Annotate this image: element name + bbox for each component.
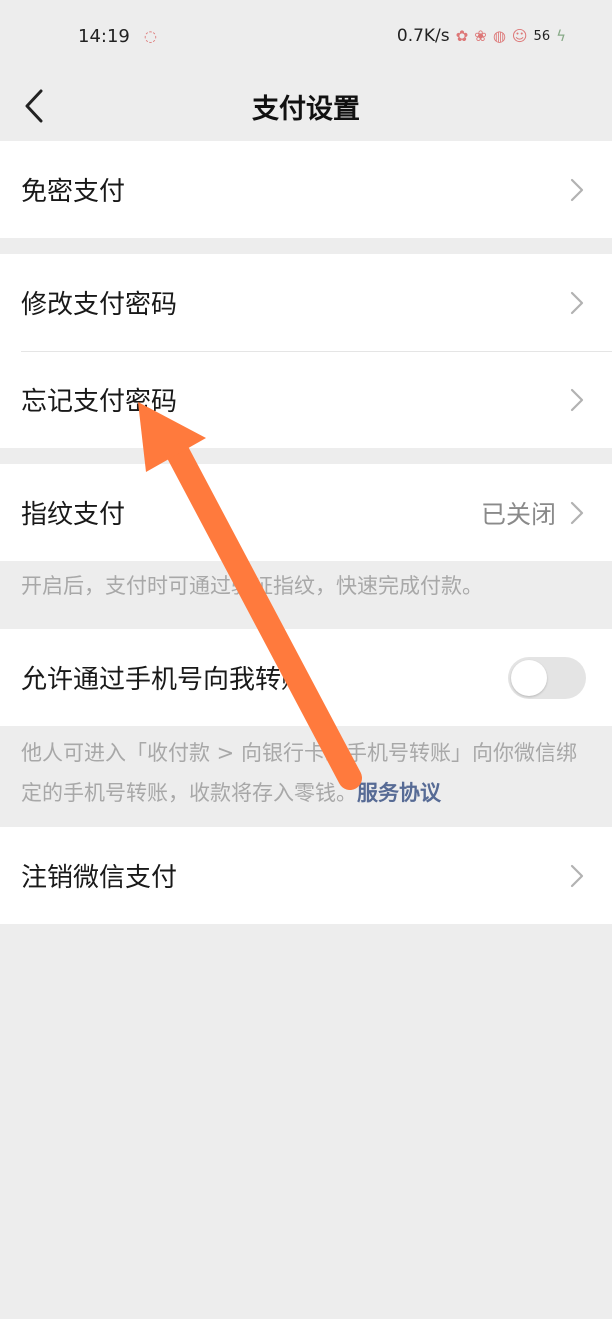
signal-icon: ❀ [474,27,487,45]
change-pay-password-item[interactable]: 修改支付密码 [0,254,612,351]
group-phone-transfer: 允许通过手机号向我转账 [0,629,612,726]
cancel-wechat-pay-item[interactable]: 注销微信支付 [0,827,612,924]
status-bar: 14:19 ◌ 0.7K/s ✿ ❀ ◍ ☺ 56 ϟ [0,0,612,72]
group-password: 修改支付密码 忘记支付密码 [0,254,612,448]
passwordless-pay-item[interactable]: 免密支付 [0,141,612,238]
phone-transfer-toggle[interactable] [508,656,586,699]
notification-icon: ◌ [143,27,157,45]
sticker-icon: ✿ [455,27,469,45]
group-fingerprint: 指纹支付 已关闭 [0,464,612,561]
fingerprint-note: 开启后，支付时可通过验证指纹，快速完成付款。 [21,574,483,598]
charging-icon: ϟ [556,27,566,45]
status-left: 14:19 ◌ [78,26,157,47]
page-title: 支付设置 [252,93,360,125]
wifi-icon: ◍ [492,27,506,45]
fingerprint-pay-label: 指纹支付 [21,500,126,530]
chevron-right-icon [570,501,584,524]
battery-icon: ☺ [511,27,528,45]
phone-transfer-note: 他人可进入「收付款 > 向银行卡或手机号转账」向你微信绑定的手机号转账，收款将存… [21,733,591,813]
battery-level: 56 [533,28,551,44]
group-passwordless: 免密支付 [0,141,612,238]
chevron-right-icon [570,178,584,201]
status-time: 14:19 [78,25,130,47]
chevron-right-icon [570,388,584,411]
fingerprint-status: 已关闭 [480,499,556,529]
fingerprint-pay-item[interactable]: 指纹支付 已关闭 [0,464,612,561]
change-pay-password-label: 修改支付密码 [21,290,178,320]
group-cancel: 注销微信支付 [0,827,612,924]
status-right: 0.7K/s ✿ ❀ ◍ ☺ 56 ϟ [397,26,566,46]
forgot-pay-password-item[interactable]: 忘记支付密码 [0,351,612,448]
toggle-knob [511,659,547,696]
service-agreement-link[interactable]: 服务协议 [357,781,441,805]
passwordless-pay-label: 免密支付 [21,177,126,207]
phone-transfer-label: 允许通过手机号向我转账 [21,665,308,695]
chevron-right-icon [570,291,584,314]
chevron-right-icon [570,864,584,887]
cancel-wechat-pay-label: 注销微信支付 [21,863,178,893]
phone-transfer-note-text: 他人可进入「收付款 > 向银行卡或手机号转账」向你微信绑定的手机号转账，收款将存… [21,741,577,805]
network-speed: 0.7K/s [396,26,450,46]
forgot-pay-password-label: 忘记支付密码 [21,387,178,417]
back-button[interactable] [14,82,54,130]
nav-bar: 支付设置 [0,72,612,140]
phone-transfer-item: 允许通过手机号向我转账 [0,629,612,726]
back-arrow-icon [25,89,43,123]
